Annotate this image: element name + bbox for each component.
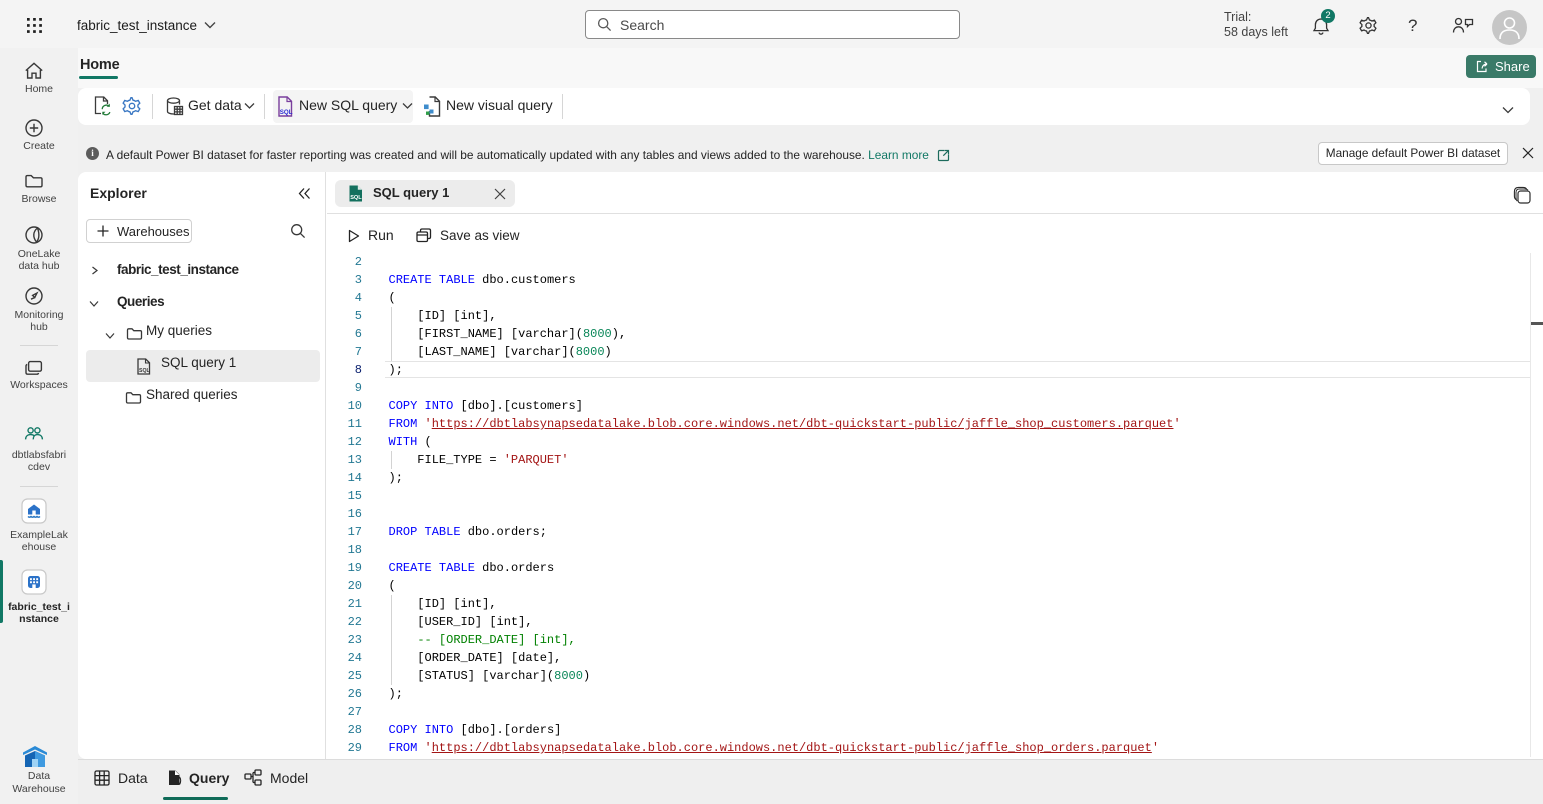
svg-text:SQL: SQL bbox=[280, 109, 293, 116]
svg-text:SQL: SQL bbox=[350, 195, 362, 201]
svg-text:SQL: SQL bbox=[139, 368, 150, 374]
